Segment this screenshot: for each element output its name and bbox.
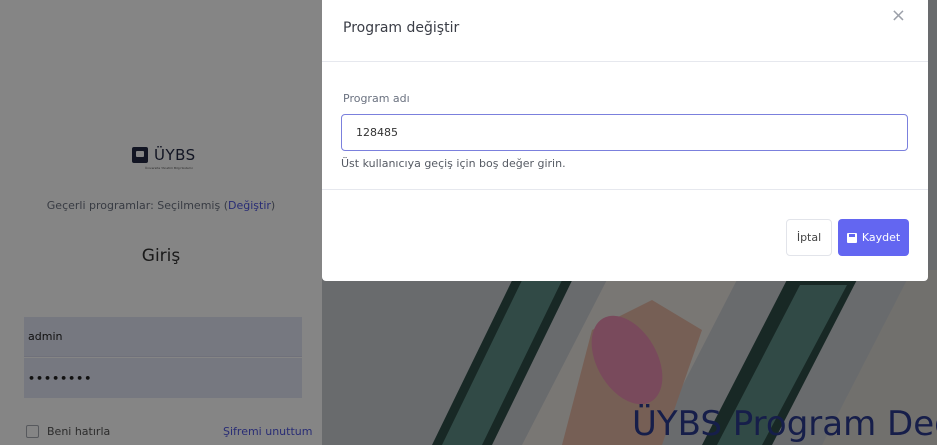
modal-divider [322, 189, 928, 190]
program-name-input[interactable] [341, 114, 908, 151]
close-icon[interactable]: × [891, 7, 906, 25]
floppy-disk-icon [846, 232, 857, 243]
save-button-label: Kaydet [861, 231, 901, 244]
modal-title: Program değiştir [343, 20, 460, 36]
save-button[interactable]: Kaydet [838, 219, 909, 256]
program-name-label: Program adı [343, 92, 410, 105]
change-program-modal: Program değiştir × Program adı Üst kulla… [322, 0, 928, 281]
modal-header: Program değiştir × [322, 0, 928, 62]
cancel-button[interactable]: İptal [786, 219, 832, 256]
program-name-help: Üst kullanıcıya geçiş için boş değer gir… [341, 157, 566, 170]
